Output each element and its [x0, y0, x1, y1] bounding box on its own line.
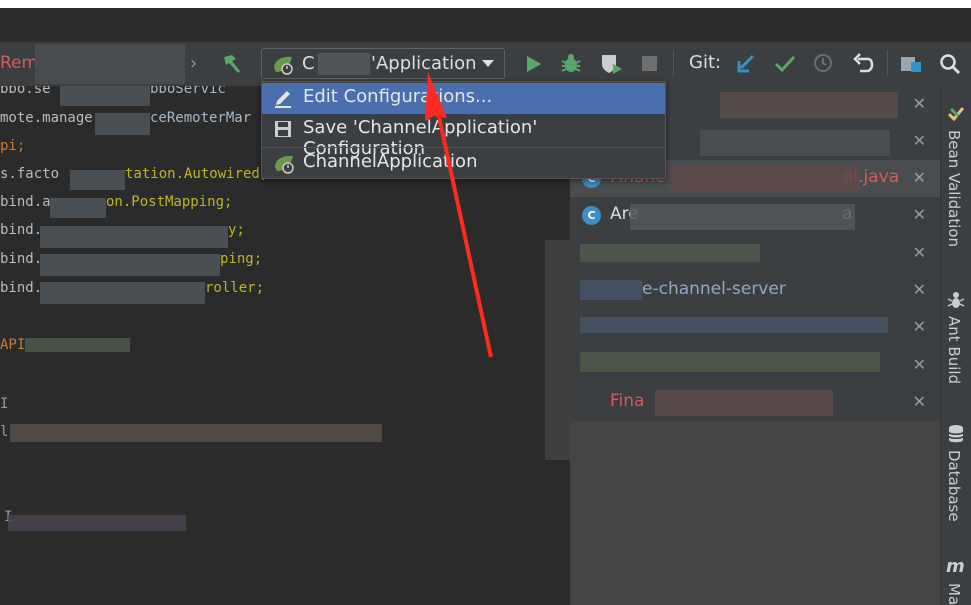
annotation-arrow [425, 72, 493, 358]
